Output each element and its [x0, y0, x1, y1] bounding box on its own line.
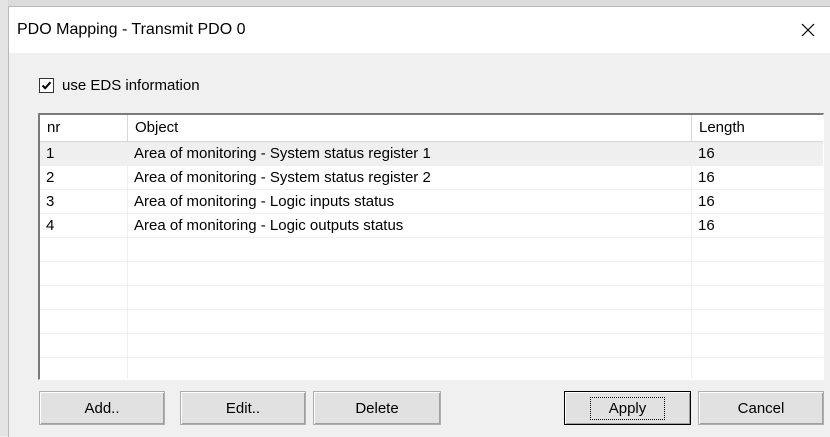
use-eds-label: use EDS information — [62, 77, 200, 94]
list-rows: 1 Area of monitoring - System status reg… — [40, 142, 823, 379]
title-bar: PDO Mapping - Transmit PDO 0 — [9, 7, 830, 53]
empty-row — [40, 334, 823, 358]
apply-button-label: Apply — [589, 396, 666, 420]
empty-row — [40, 310, 823, 334]
cell-length: 16 — [698, 169, 715, 186]
background-window-edge — [0, 0, 8, 436]
add-button[interactable]: Add.. — [39, 391, 165, 425]
edit-button[interactable]: Edit.. — [180, 391, 306, 425]
column-header-nr[interactable]: nr — [40, 115, 128, 141]
empty-row — [40, 358, 823, 379]
cell-length: 16 — [698, 145, 715, 162]
column-header-length[interactable]: Length — [692, 115, 823, 141]
cell-nr: 2 — [46, 169, 55, 186]
cell-object: Area of monitoring - System status regis… — [134, 145, 431, 162]
use-eds-checkbox[interactable] — [39, 78, 54, 93]
pdo-object-list[interactable]: nr Object Length 1 Area of monitoring - … — [38, 113, 824, 380]
cell-length: 16 — [698, 217, 715, 234]
column-header-object[interactable]: Object — [128, 115, 692, 141]
table-row[interactable]: 2 Area of monitoring - System status reg… — [40, 166, 823, 190]
table-row[interactable]: 4 Area of monitoring - Logic outputs sta… — [40, 214, 823, 238]
empty-row — [40, 262, 823, 286]
empty-row — [40, 238, 823, 262]
delete-button[interactable]: Delete — [313, 391, 441, 425]
empty-row — [40, 286, 823, 310]
cancel-button[interactable]: Cancel — [698, 391, 824, 425]
cell-nr: 4 — [46, 217, 55, 234]
dialog-title: PDO Mapping - Transmit PDO 0 — [17, 21, 246, 38]
cell-nr: 3 — [46, 193, 55, 210]
cell-nr: 1 — [46, 145, 55, 162]
close-icon — [801, 23, 815, 37]
table-row[interactable]: 1 Area of monitoring - System status reg… — [40, 142, 823, 166]
pdo-mapping-dialog: PDO Mapping - Transmit PDO 0 use EDS inf… — [8, 6, 830, 437]
cell-object: Area of monitoring - Logic inputs status — [134, 193, 395, 210]
cell-object: Area of monitoring - Logic outputs statu… — [134, 217, 404, 234]
close-button[interactable] — [785, 7, 830, 53]
checkmark-icon — [41, 81, 52, 90]
use-eds-option[interactable]: use EDS information — [39, 77, 200, 94]
list-header: nr Object Length — [40, 115, 823, 142]
cell-object: Area of monitoring - System status regis… — [134, 169, 431, 186]
apply-button[interactable]: Apply — [564, 391, 691, 425]
table-row[interactable]: 3 Area of monitoring - Logic inputs stat… — [40, 190, 823, 214]
cell-length: 16 — [698, 193, 715, 210]
